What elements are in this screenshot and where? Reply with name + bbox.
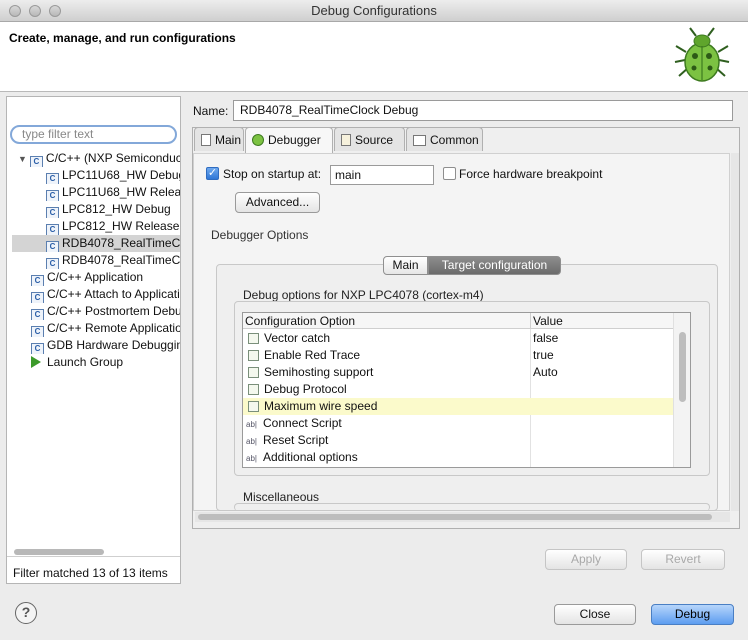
miscellaneous-group [234,503,710,511]
tree-horizontal-scrollbar[interactable] [14,549,104,555]
name-label: Name: [193,104,229,118]
title-bar: Debug Configurations [0,0,748,22]
column-header-value[interactable]: Value [533,313,563,329]
name-field[interactable]: RDB4078_RealTimeClock Debug [233,100,733,121]
tree-item-category[interactable]: Launch Group [12,354,180,371]
list-icon [248,401,259,412]
force-hw-breakpoint-label: Force hardware breakpoint [459,167,603,181]
list-icon [248,333,259,344]
table-row[interactable]: Debug Protocol [243,381,673,398]
tab-debugger[interactable]: Debugger [245,127,333,153]
text-field-icon: ab| [246,437,257,446]
force-hw-breakpoint-checkbox[interactable] [443,167,456,180]
source-icon [341,134,351,146]
tree-item-config-selected[interactable]: CRDB4078_RealTimeClock Debug [12,235,180,252]
tree-item-config[interactable]: CRDB4078_RealTimeClock Release [12,252,180,269]
table-vertical-scrollbar[interactable] [679,332,686,402]
help-icon[interactable]: ? [15,602,37,624]
window-title: Debug Configurations [311,3,437,18]
startup-symbol-field[interactable]: main [330,165,434,185]
table-row[interactable]: ab| Additional options [243,449,673,466]
panel-vertical-scrollbar[interactable] [731,153,739,511]
c-app-icon: C [31,292,44,303]
subtab-target-configuration[interactable]: Target configuration [428,256,561,275]
minimize-window-icon[interactable] [29,5,41,17]
c-app-icon: C [31,326,44,337]
tree-item-category[interactable]: C GDB Hardware Debugging [12,337,180,354]
expand-arrow-icon[interactable]: ▼ [18,154,27,164]
bug-icon [674,27,730,82]
c-app-icon: C [31,343,44,354]
tree-item-category[interactable]: C C/C++ Attach to Application [12,286,180,303]
stop-on-startup-checkbox[interactable]: ✓ [206,167,219,180]
c-config-icon: C [29,156,43,167]
table-row[interactable]: Semihosting support Auto [243,364,673,381]
tab-common[interactable]: Common [406,127,483,151]
tree-item-config[interactable]: C LPC812_HW Debug [12,201,180,218]
tree-item-c-cpp-nxp[interactable]: ▼CC/C++ (NXP Semiconductors) [12,150,180,167]
c-app-icon: C [31,309,44,320]
subtab-main[interactable]: Main [383,256,428,275]
config-tree: ▼CC/C++ (NXP Semiconductors) CLPC11U68_H… [12,150,180,371]
filter-status: Filter matched 13 of 13 items [13,566,168,580]
c-config-icon: C [46,173,59,184]
close-button[interactable]: Close [554,604,636,625]
tab-main[interactable]: Main [194,127,244,151]
column-header-option[interactable]: Configuration Option [245,313,355,329]
table-header: Configuration Option Value [243,313,690,329]
advanced-button[interactable]: Advanced... [235,192,320,213]
miscellaneous-label: Miscellaneous [243,490,320,504]
tree-item-category[interactable]: C C/C++ Application [12,269,180,286]
revert-button[interactable]: Revert [641,549,725,570]
tree-item-category[interactable]: CC/C++ Postmortem Debugger [12,303,180,320]
launch-icon [31,356,41,368]
table-row[interactable]: ab| Reset Script [243,432,673,449]
text-field-icon: ab| [246,420,257,429]
tree-item-config[interactable]: CLPC11U68_HW Release [12,184,180,201]
tree-item-config[interactable]: C LPC812_HW Release [12,218,180,235]
list-icon [248,384,259,395]
table-row[interactable]: Vector catch false [243,330,673,347]
apply-button[interactable]: Apply [545,549,627,570]
page-icon [201,134,211,146]
c-config-icon: C [46,258,59,269]
group-title: Debug options for NXP LPC4078 (cortex-m4… [243,288,484,302]
c-app-icon: C [31,275,44,286]
c-config-icon: C [46,224,59,235]
c-config-icon: C [46,241,59,252]
common-icon [413,135,426,146]
debug-bug-icon [252,134,264,146]
tree-item-config[interactable]: C LPC11U68_HW Debug [12,167,180,184]
filter-input[interactable]: type filter text [10,125,177,144]
stop-on-startup-label: Stop on startup at: [223,167,322,181]
list-icon [248,350,259,361]
header-title: Create, manage, and run configurations [9,31,236,45]
list-icon [248,367,259,378]
c-config-icon: C [46,207,59,218]
table-row[interactable]: ab| Connect Script [243,415,673,432]
panel-horizontal-scrollbar[interactable] [198,514,712,520]
zoom-window-icon[interactable] [49,5,61,17]
debugger-options-label: Debugger Options [211,228,309,242]
tree-item-category[interactable]: C C/C++ Remote Application [12,320,180,337]
table-row[interactable]: Enable Red Trace true [243,347,673,364]
options-table: Configuration Option Value Vector catch f… [242,312,691,468]
c-config-icon: C [46,190,59,201]
text-field-icon: ab| [246,454,257,463]
close-window-icon[interactable] [9,5,21,17]
dialog-header: Create, manage, and run configurations [0,22,748,92]
table-row-highlighted[interactable]: Maximum wire speed [243,398,673,415]
debug-button[interactable]: Debug [651,604,734,625]
tab-source[interactable]: Source [334,127,405,151]
